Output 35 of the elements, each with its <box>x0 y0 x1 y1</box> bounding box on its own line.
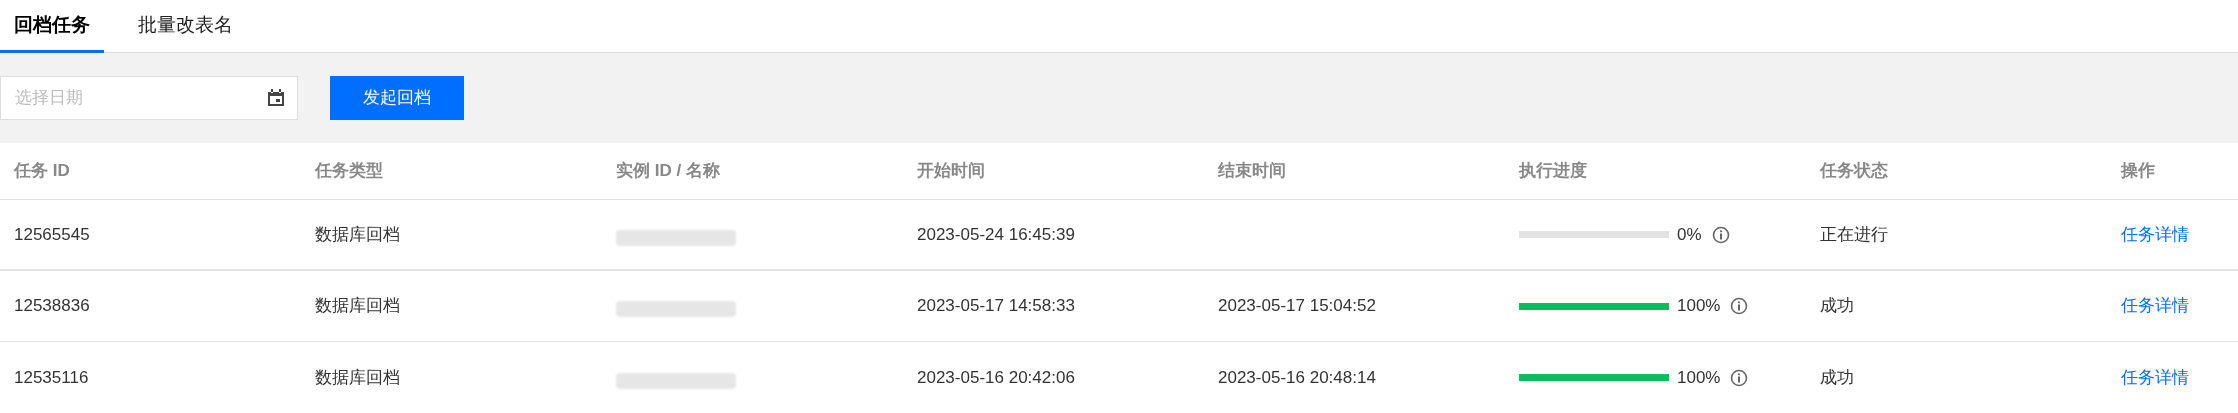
column-header: 开始时间 <box>917 161 985 181</box>
table-cell: 数据库回档 <box>315 367 400 387</box>
table-cell: 2023-05-17 14:58:33 <box>917 296 1075 316</box>
info-icon[interactable] <box>1711 225 1730 244</box>
info-icon[interactable] <box>1730 297 1749 315</box>
column-header: 任务类型 <box>315 161 383 181</box>
column-header: 结束时间 <box>1218 161 1286 181</box>
table-cell: 2023-05-16 20:42:06 <box>917 367 1075 387</box>
table-cell: 数据库回档 <box>315 296 400 316</box>
info-icon[interactable] <box>1730 368 1749 387</box>
table-cell: 2023-05-16 20:48:14 <box>1218 367 1376 387</box>
start-rollback-button[interactable]: 发起回档 <box>330 76 464 120</box>
task-details-link[interactable]: 任务详情 <box>2121 367 2189 387</box>
progress-reading: 100% <box>1677 366 1721 389</box>
progress-reading: 0% <box>1677 223 1702 246</box>
table-cell: 12535116 <box>14 367 89 387</box>
date-field[interactable]: 选择日期 <box>0 76 298 120</box>
table-cell: 12538836 <box>14 296 90 316</box>
table-cell: 正在进行 <box>1820 224 1888 244</box>
column-header: 执行进度 <box>1519 161 1587 181</box>
task-details-link[interactable]: 任务详情 <box>2121 296 2189 316</box>
progress-reading: 100% <box>1677 295 1721 318</box>
tab[interactable]: 批量改表名 <box>124 0 247 53</box>
table-cell: 成功 <box>1820 367 1854 387</box>
table-cell: 2023-05-24 16:45:39 <box>917 224 1075 244</box>
table-cell: 12565545 <box>14 224 90 244</box>
column-header: 任务状态 <box>1820 161 1888 181</box>
table-cell: 2023-05-17 15:04:52 <box>1218 296 1376 316</box>
table-cell: 成功 <box>1820 296 1854 316</box>
column-header: 操作 <box>2121 161 2155 181</box>
table-cell: 数据库回档 <box>315 224 400 244</box>
task-details-link[interactable]: 任务详情 <box>2121 224 2189 244</box>
column-header: 任务 ID <box>14 161 70 181</box>
column-header: 实例 ID / 名称 <box>616 161 720 181</box>
calendar-icon[interactable] <box>266 88 286 108</box>
